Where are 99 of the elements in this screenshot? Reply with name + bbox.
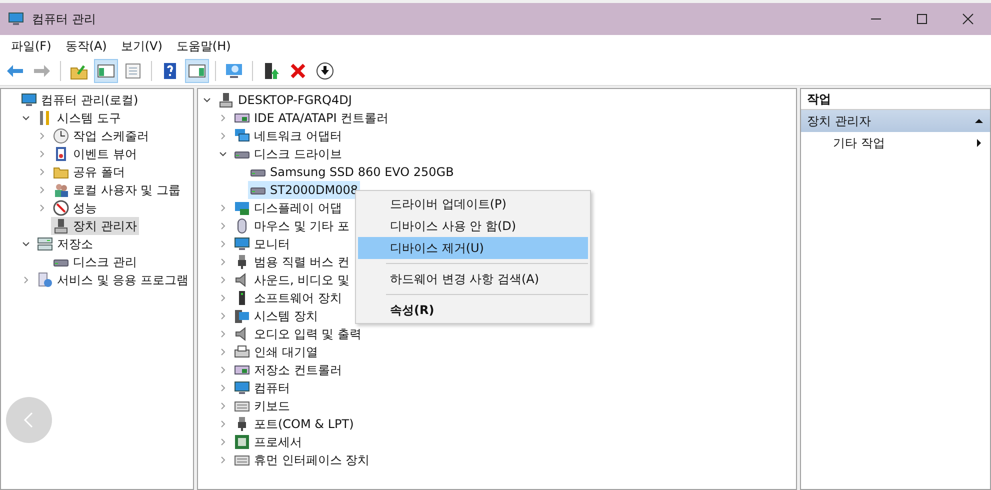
properties-icon [124, 62, 142, 80]
chevron-right-icon[interactable] [218, 239, 228, 249]
chevron-right-icon[interactable] [218, 455, 228, 465]
enable-device-icon [262, 62, 280, 80]
tree-item[interactable]: 서비스 및 응용 프로그램 [35, 271, 190, 289]
tree-item[interactable]: 키보드 [232, 397, 292, 415]
menu-item[interactable]: 동작(A) [58, 36, 114, 56]
tree-item[interactable]: 성능 [51, 199, 99, 217]
context-menu-item[interactable]: 디바이스 사용 안 함(D) [358, 215, 588, 237]
tree-item[interactable]: 디스플레이 어댑 [232, 199, 344, 217]
chevron-right-icon[interactable] [218, 275, 228, 285]
menu-item[interactable]: 보기(V) [114, 36, 170, 56]
printer-icon [234, 344, 250, 360]
chevron-down-icon[interactable] [218, 149, 228, 159]
clock-icon [53, 128, 69, 144]
chevron-down-icon[interactable] [21, 239, 31, 249]
tree-item[interactable]: 작업 스케줄러 [51, 127, 151, 145]
computer-icon [21, 92, 37, 108]
chevron-right-icon[interactable] [37, 131, 47, 141]
log-book-icon [53, 146, 69, 162]
tree-item[interactable]: 인쇄 대기열 [232, 343, 320, 361]
down-arrow-circle-icon [316, 62, 334, 80]
tree-item[interactable]: 디스크 드라이브 [232, 145, 344, 163]
tree-item[interactable]: 로컬 사용자 및 그룹 [51, 181, 182, 199]
triangle-up-icon [974, 116, 984, 126]
tree-item[interactable]: 컴퓨터 관리(로컬) [19, 91, 140, 109]
help-icon [161, 62, 179, 80]
tree-item[interactable]: 저장소 컨트롤러 [232, 361, 344, 379]
monitor-icon [234, 236, 250, 252]
tree-item[interactable]: 포트(COM & LPT) [232, 415, 356, 433]
tree-item[interactable]: 마우스 및 기타 포 [232, 217, 352, 235]
storage-icon [37, 236, 53, 252]
context-menu-item[interactable]: 드라이버 업데이트(P) [358, 193, 588, 215]
chevron-right-icon[interactable] [37, 185, 47, 195]
chevron-right-icon[interactable] [21, 275, 31, 285]
back-nav-button[interactable] [6, 397, 52, 443]
tree-item[interactable]: DESKTOP-FGRQ4DJ [216, 91, 354, 109]
chevron-right-icon[interactable] [37, 203, 47, 213]
chevron-right-icon[interactable] [218, 131, 228, 141]
tree-item[interactable]: 장치 관리자 [51, 217, 139, 235]
chevron-right-icon[interactable] [218, 437, 228, 447]
context-menu-item[interactable]: 하드웨어 변경 사항 검색(A) [358, 268, 588, 290]
tree-item[interactable]: ST2000DM008 [248, 181, 360, 199]
console-tree-icon [97, 62, 115, 80]
tree-item[interactable]: 오디오 입력 및 출력 [232, 325, 364, 343]
chevron-right-icon[interactable] [218, 221, 228, 231]
chevron-right-icon[interactable] [218, 329, 228, 339]
tree-item[interactable]: 범용 직렬 버스 컨 [232, 253, 352, 271]
processor-icon [234, 434, 250, 450]
tree-item[interactable]: 소프트웨어 장치 [232, 289, 344, 307]
device-icon [53, 218, 69, 234]
tree-item[interactable]: 저장소 [35, 235, 95, 253]
tree-item[interactable]: IDE ATA/ATAPI 컨트롤러 [232, 109, 391, 127]
chevron-right-icon[interactable] [218, 347, 228, 357]
menu-item[interactable]: 파일(F) [4, 36, 58, 56]
chevron-right-icon[interactable] [37, 167, 47, 177]
tree-item[interactable]: 휴먼 인터페이스 장치 [232, 451, 372, 469]
action-link[interactable]: 기타 작업 [833, 134, 885, 152]
chevron-right-icon[interactable] [218, 419, 228, 429]
chevron-right-icon[interactable] [218, 311, 228, 321]
tree-item[interactable]: 프로세서 [232, 433, 304, 451]
chevron-right-icon[interactable] [218, 293, 228, 303]
tree-item[interactable]: 공유 폴더 [51, 163, 127, 181]
display-card-icon [234, 200, 250, 216]
network-icon [234, 128, 250, 144]
device-icon [218, 92, 234, 108]
tree-item[interactable]: 사운드, 비디오 및 [232, 271, 352, 289]
context-menu-item[interactable]: 디바이스 제거(U) [358, 237, 588, 259]
menu-item[interactable]: 도움말(H) [169, 36, 238, 56]
chevron-down-icon[interactable] [21, 113, 31, 123]
tree-item[interactable]: Samsung SSD 860 EVO 250GB [248, 163, 456, 181]
tree-item[interactable]: 모니터 [232, 235, 292, 253]
scan-monitor-icon [225, 62, 243, 80]
tree-item[interactable]: 시스템 장치 [232, 307, 320, 325]
chevron-right-icon[interactable] [218, 203, 228, 213]
forward-arrow-icon [33, 62, 51, 80]
chevron-right-icon[interactable] [37, 149, 47, 159]
chevron-right-icon[interactable] [218, 113, 228, 123]
context-menu-item[interactable]: 속성(R) [358, 299, 588, 321]
tree-item[interactable]: 시스템 도구 [35, 109, 123, 127]
remove-icon [289, 62, 307, 80]
triangle-right-icon [974, 138, 984, 148]
services-icon [37, 272, 53, 288]
actions-section-header[interactable]: 장치 관리자 [801, 110, 990, 132]
tree-item[interactable]: 이벤트 뷰어 [51, 145, 139, 163]
chevron-right-icon[interactable] [218, 401, 228, 411]
action-pane-icon [188, 62, 206, 80]
chevron-right-icon[interactable] [218, 365, 228, 375]
users-icon [53, 182, 69, 198]
computer-icon [8, 11, 24, 27]
chevron-right-icon[interactable] [218, 383, 228, 393]
chevron-right-icon[interactable] [218, 257, 228, 267]
chevron-down-icon[interactable] [202, 95, 212, 105]
system-device-icon [234, 308, 250, 324]
window-title: 컴퓨터 관리 [32, 10, 96, 28]
tree-item[interactable]: 컴퓨터 [232, 379, 292, 397]
tree-item[interactable]: 네트워크 어댑터 [232, 127, 344, 145]
monitor-icon [234, 380, 250, 396]
tree-item[interactable]: 디스크 관리 [51, 253, 139, 271]
